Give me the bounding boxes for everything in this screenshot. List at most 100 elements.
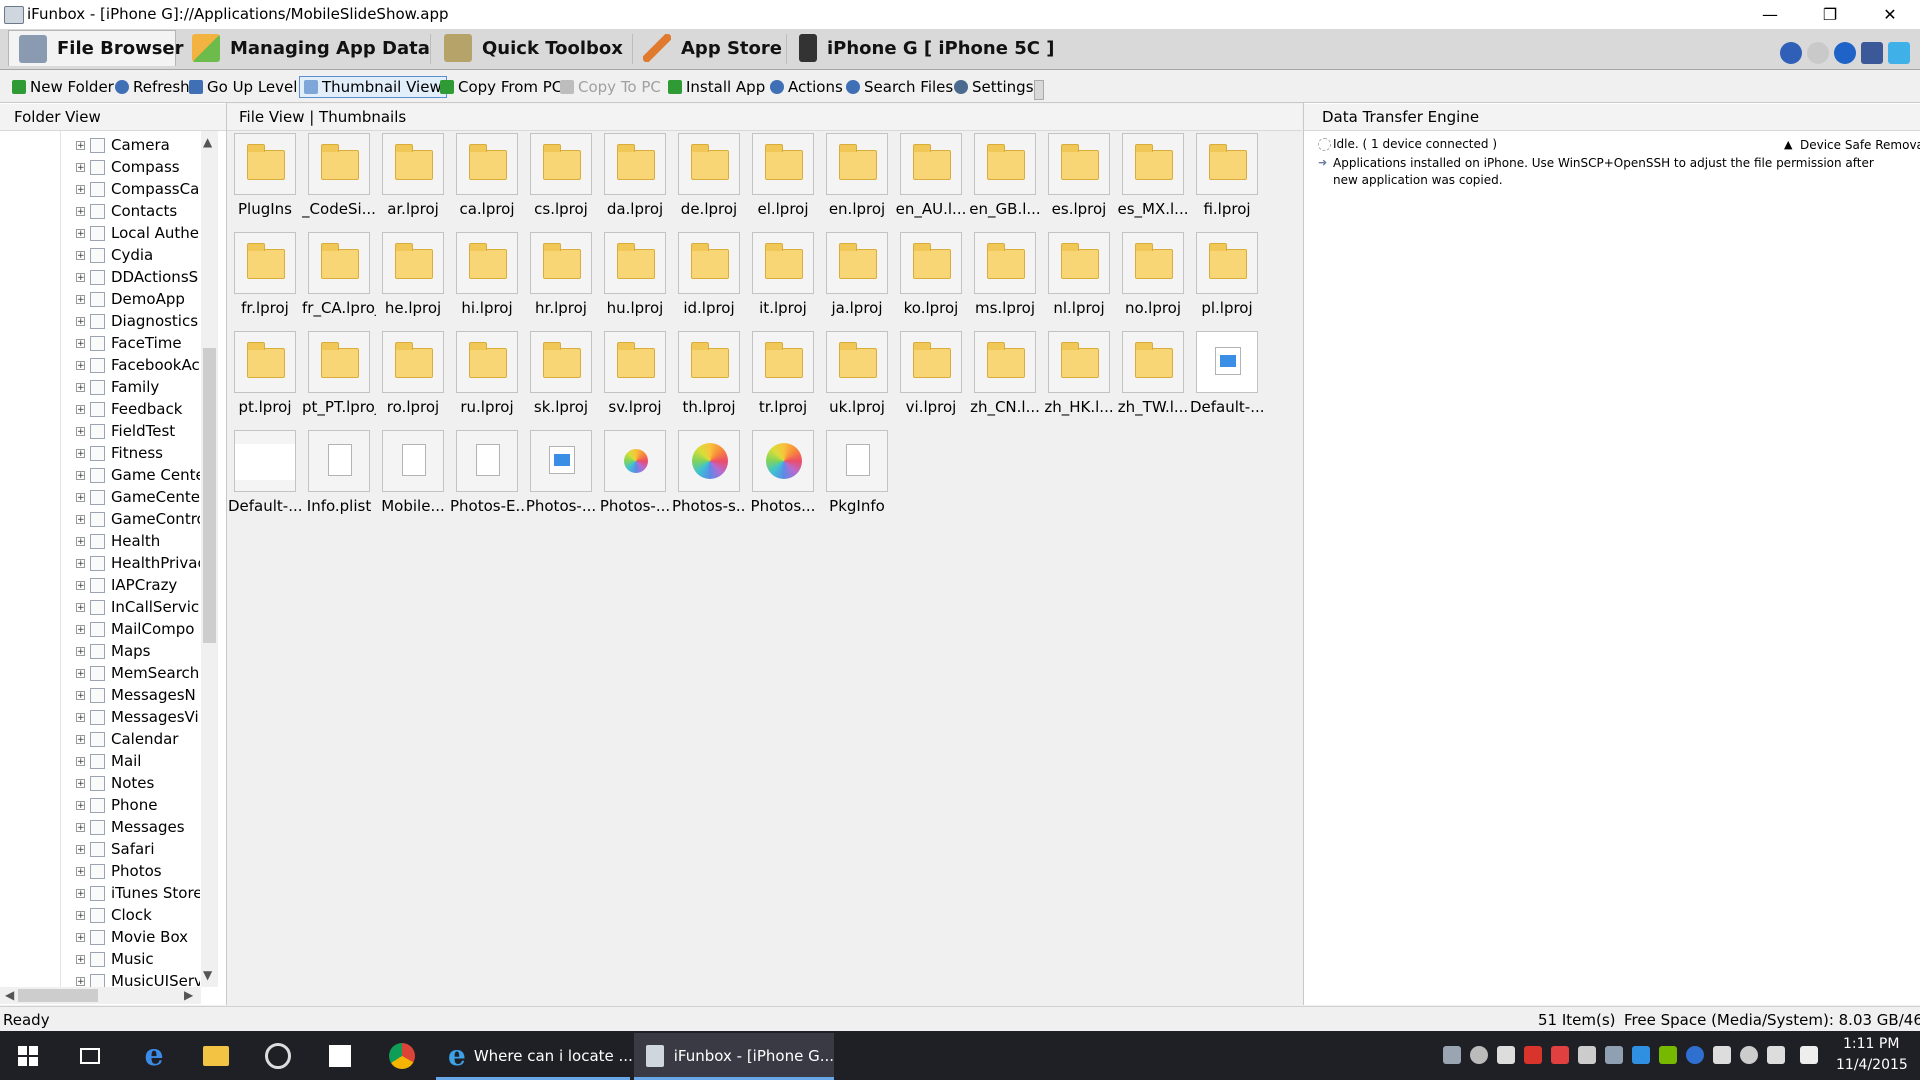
folder-hscroll-thumb[interactable] [18,989,98,1002]
tray-wifi-icon[interactable] [1713,1046,1731,1064]
tree-item[interactable]: + FaceTime [76,332,200,354]
tree-item[interactable]: + Game Cente [76,464,200,486]
thumbnail-item[interactable]: ar.lproj [376,133,450,218]
tree-item[interactable]: + HealthPrivac [76,552,200,574]
tree-item[interactable]: + FieldTest [76,420,200,442]
thumbnail-item[interactable]: ms.lproj [968,232,1042,317]
scroll-down-arrow[interactable]: ▼ [203,968,212,982]
tree-item[interactable]: + Movie Box [76,926,200,948]
expand-toggle-icon[interactable]: + [76,558,85,568]
expand-toggle-icon[interactable]: + [76,206,85,216]
thumbnail-item[interactable]: id.lproj [672,232,746,317]
tab-file-browser[interactable]: File Browser [8,30,184,66]
tree-item[interactable]: + InCallService [76,596,200,618]
expand-toggle-icon[interactable]: + [76,822,85,832]
twitter-icon[interactable] [1888,42,1910,64]
tree-item[interactable]: + Compass [76,156,200,178]
expand-toggle-icon[interactable]: + [76,602,85,612]
thumbnail-item[interactable]: sv.lproj [598,331,672,416]
tree-item[interactable]: + MessagesN [76,684,200,706]
thumbnail-view-button[interactable]: Thumbnail View [299,76,447,98]
tree-item[interactable]: + Phone [76,794,200,816]
thumbnail-item[interactable]: en_AU.l... [894,133,968,218]
task-view-button[interactable] [62,1031,118,1080]
thumbnail-item[interactable]: Info.plist [302,430,376,515]
expand-toggle-icon[interactable]: + [76,162,85,172]
restore-button[interactable]: ❐ [1800,0,1860,29]
tray-network-adapter-icon[interactable] [1632,1046,1650,1064]
facebook-icon[interactable] [1861,42,1883,64]
tree-item[interactable]: + Music [76,948,200,970]
thumbnail-item[interactable]: fi.lproj [1190,133,1264,218]
tray-camera-icon[interactable] [1470,1046,1488,1064]
copy-to-pc-button[interactable]: Copy To PC [560,76,661,98]
thumbnail-item[interactable]: Photos... [746,430,820,515]
tree-item[interactable]: + MessagesVi [76,706,200,728]
expand-toggle-icon[interactable]: + [76,910,85,920]
expand-toggle-icon[interactable]: + [76,624,85,634]
thumbnail-item[interactable]: ro.lproj [376,331,450,416]
clock-date[interactable]: 11/4/2015 [1836,1057,1908,1073]
tray-bluetooth-icon[interactable] [1686,1046,1704,1064]
tray-monitor-icon[interactable] [1605,1046,1623,1064]
thumbnail-item[interactable]: Photos-s... [672,430,746,515]
thumbnail-item[interactable]: hi.lproj [450,232,524,317]
action-center-icon[interactable] [1800,1046,1818,1064]
thumbnail-item[interactable]: ko.lproj [894,232,968,317]
tab-device[interactable]: iPhone G [ iPhone 5C ] [799,30,1054,66]
thumbnail-item[interactable]: fr.lproj [228,232,302,317]
expand-toggle-icon[interactable]: + [76,954,85,964]
thumbnail-item[interactable]: Default-... [228,430,302,515]
tree-item[interactable]: + Maps [76,640,200,662]
thumbnail-item[interactable]: es_MX.l... [1116,133,1190,218]
expand-toggle-icon[interactable]: + [76,338,85,348]
thumbnail-item[interactable]: es.lproj [1042,133,1116,218]
scroll-right-arrow[interactable]: ▶ [184,988,193,1002]
tray-app-icon[interactable] [1443,1046,1461,1064]
tree-item[interactable]: + GameContro [76,508,200,530]
thumbnail-item[interactable]: nl.lproj [1042,232,1116,317]
tray-nvidia-icon[interactable] [1659,1046,1677,1064]
expand-toggle-icon[interactable]: + [76,382,85,392]
tree-item[interactable]: + Calendar [76,728,200,750]
new-folder-button[interactable]: New Folder [12,76,114,98]
search-files-button[interactable]: Search Files [846,76,953,98]
tray-cloud-icon[interactable] [1740,1046,1758,1064]
expand-toggle-icon[interactable]: + [76,228,85,238]
thumbnail-item[interactable]: PlugIns [228,133,302,218]
tray-volume-muted-icon[interactable] [1524,1046,1542,1064]
thumbnail-item[interactable]: en_GB.l... [968,133,1042,218]
copy-from-pc-button[interactable]: Copy From PC [440,76,562,98]
thumbnail-item[interactable]: da.lproj [598,133,672,218]
tray-sound-icon[interactable] [1497,1046,1515,1064]
tree-item[interactable]: + DemoApp [76,288,200,310]
thumbnail-item[interactable]: it.lproj [746,232,820,317]
scroll-up-arrow[interactable]: ▲ [203,135,212,149]
device-safe-removal-link[interactable]: Device Safe Removal [1800,138,1920,152]
tab-quick-toolbox[interactable]: Quick Toolbox [444,30,623,66]
tree-item[interactable]: + Photos [76,860,200,882]
thumbnail-item[interactable]: ru.lproj [450,331,524,416]
expand-toggle-icon[interactable]: + [76,272,85,282]
tree-item[interactable]: + MailCompo [76,618,200,640]
expand-toggle-icon[interactable]: + [76,866,85,876]
expand-toggle-icon[interactable]: + [76,426,85,436]
thumbnail-item[interactable]: th.lproj [672,331,746,416]
close-button[interactable]: ✕ [1860,0,1920,29]
tree-item[interactable]: + CompassCal [76,178,200,200]
expand-toggle-icon[interactable]: + [76,756,85,766]
thumbnail-item[interactable]: zh_HK.l... [1042,331,1116,416]
thumbnail-item[interactable]: _CodeSi... [302,133,376,218]
thumbnail-item[interactable]: uk.lproj [820,331,894,416]
tree-item[interactable]: + Mail [76,750,200,772]
tree-item[interactable]: + Contacts [76,200,200,222]
expand-toggle-icon[interactable]: + [76,778,85,788]
expand-toggle-icon[interactable]: + [76,250,85,260]
expand-toggle-icon[interactable]: + [76,888,85,898]
thumbnail-item[interactable]: Photos-... [524,430,598,515]
thumbnail-item[interactable]: el.lproj [746,133,820,218]
toolbar-overflow-handle[interactable] [1034,80,1044,100]
thumbnail-item[interactable]: fr_CA.lproj [302,232,376,317]
expand-toggle-icon[interactable]: + [76,646,85,656]
thumbnail-item[interactable]: tr.lproj [746,331,820,416]
